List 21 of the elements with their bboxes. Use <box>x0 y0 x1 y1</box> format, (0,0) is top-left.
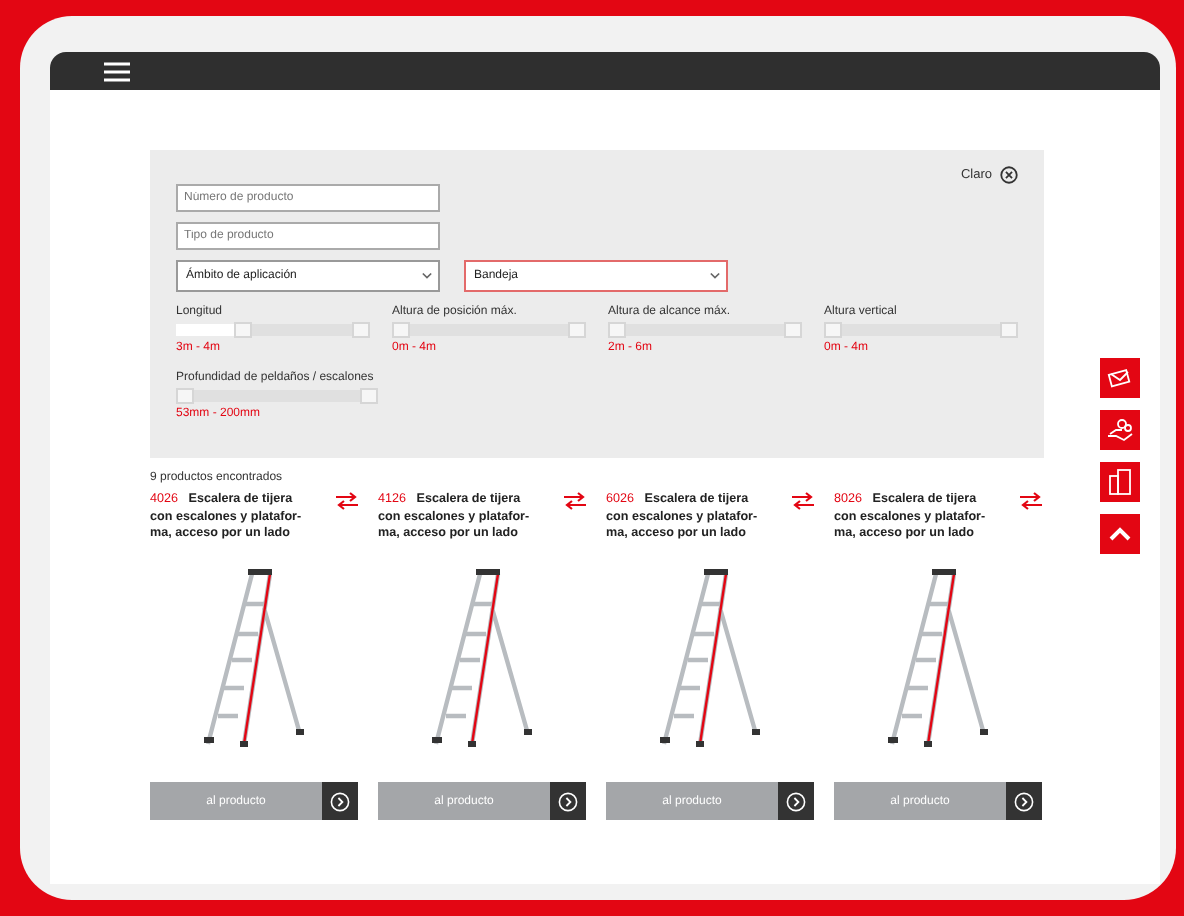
chevron-icon <box>330 791 350 811</box>
close-icon <box>1000 166 1018 184</box>
scroll-up-icon[interactable] <box>1098 512 1142 556</box>
chevron-down-icon <box>710 272 720 280</box>
compare-icon[interactable] <box>336 492 358 510</box>
compare-icon[interactable] <box>1020 492 1042 510</box>
hand-coins-icon[interactable] <box>1098 408 1142 452</box>
mail-icon[interactable] <box>1098 356 1142 400</box>
range-slider[interactable] <box>824 324 1018 336</box>
brochure-icon[interactable] <box>1098 460 1142 504</box>
range-slider[interactable] <box>176 324 370 336</box>
chevron-icon <box>1014 791 1034 811</box>
chevron-icon <box>786 791 806 811</box>
range-slider[interactable] <box>392 324 586 336</box>
compare-icon[interactable] <box>564 492 586 510</box>
range-slider[interactable] <box>608 324 802 336</box>
compare-icon[interactable] <box>792 492 814 510</box>
range-slider[interactable] <box>176 390 378 402</box>
chevron-down-icon <box>422 272 432 280</box>
chevron-icon <box>558 791 578 811</box>
menu-icon[interactable] <box>104 61 130 81</box>
